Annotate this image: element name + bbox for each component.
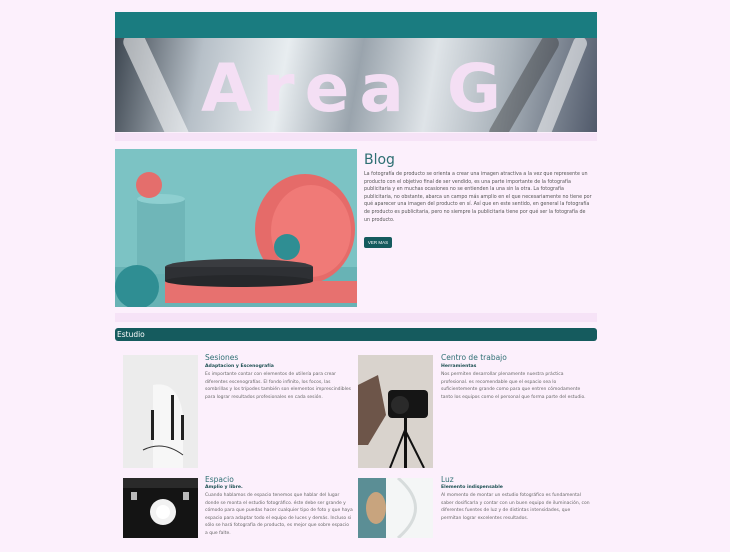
card-text: Nos permiten desarrollar plenamente nues… bbox=[441, 372, 586, 400]
card-subtitle: Herramientas bbox=[441, 364, 477, 369]
card-title: Espacio bbox=[205, 475, 234, 484]
card-subtitle: Adaptacion y Escenografía bbox=[205, 364, 274, 369]
divider-strip bbox=[115, 313, 597, 322]
top-header-bar bbox=[115, 12, 597, 38]
blog-text: La fotografía de producto se orienta a c… bbox=[364, 172, 592, 223]
card-subtitle: Amplio y libre. bbox=[205, 485, 243, 490]
card-title: Luz bbox=[441, 475, 454, 484]
section-title: Estudio bbox=[117, 330, 145, 339]
espacio-image bbox=[123, 478, 198, 538]
card-text: Cuando hablamos de espacio tenemos que h… bbox=[205, 493, 353, 536]
divider-strip bbox=[115, 133, 597, 141]
blog-image bbox=[115, 149, 357, 307]
sesiones-image bbox=[123, 355, 198, 468]
card-text: Es importante contar con elementos de ut… bbox=[205, 372, 352, 400]
card-title: Sesiones bbox=[205, 353, 239, 362]
read-more-button[interactable]: VER MAS bbox=[364, 237, 392, 248]
blog-title: Blog bbox=[364, 152, 395, 168]
centro-de-trabajo-image bbox=[358, 355, 433, 468]
card-title: Centro de trabajo bbox=[441, 353, 507, 362]
section-header-bar bbox=[115, 328, 597, 341]
card-subtitle: Elemento indispensable bbox=[441, 485, 503, 490]
card-text: Al momento de montar un estudio fotográf… bbox=[441, 493, 590, 521]
hero-banner: Area G bbox=[115, 38, 597, 132]
site-title: Area G bbox=[200, 50, 512, 127]
luz-image bbox=[358, 478, 433, 538]
